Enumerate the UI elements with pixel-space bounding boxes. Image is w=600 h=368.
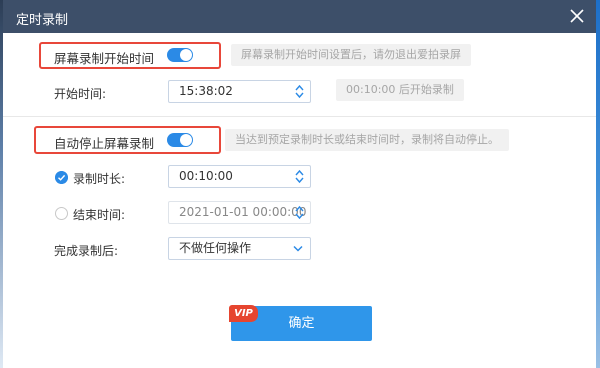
end-time-label: 结束时间:	[73, 208, 126, 222]
vip-badge: VIP	[229, 305, 258, 322]
toggle-knob	[180, 134, 192, 146]
duration-radio[interactable]	[55, 171, 68, 184]
duration-input[interactable]: 00:10:00	[168, 165, 311, 188]
stop-hint: 当达到预定录制时长或结束时间时，录制将自动停止。	[225, 129, 509, 151]
duration-label: 录制时长:	[73, 172, 126, 186]
duration-value: 00:10:00	[179, 169, 233, 183]
after-recording-value: 不做任何操作	[179, 241, 252, 255]
after-recording-label: 完成录制后:	[54, 244, 119, 258]
title-bar: 定时录制	[3, 0, 596, 33]
start-time-label: 开始时间:	[54, 87, 107, 101]
spin-arrows-icon[interactable]	[295, 84, 304, 99]
scheduled-recording-dialog: 定时录制 屏幕录制开始时间 屏幕录制开始时间设置后，请勿退出爱拍录屏 开始时间:…	[3, 0, 596, 368]
after-recording-select[interactable]: 不做任何操作	[168, 237, 311, 260]
end-time-radio[interactable]	[55, 207, 68, 220]
spin-arrows-icon[interactable]	[295, 169, 304, 184]
window-title: 定时录制	[16, 13, 69, 28]
chevron-down-icon	[293, 245, 303, 252]
stop-toggle-label: 自动停止屏幕录制	[54, 136, 155, 151]
auto-stop-toggle[interactable]	[167, 133, 193, 147]
end-time-input[interactable]: 2021-01-01 00:00:00	[168, 201, 311, 224]
spin-arrows-icon[interactable]	[295, 205, 304, 220]
toggle-knob	[180, 49, 192, 61]
countdown-hint: 00:10:00 后开始录制	[336, 79, 464, 101]
end-time-value: 2021-01-01 00:00:00	[179, 205, 307, 219]
start-hint: 屏幕录制开始时间设置后，请勿退出爱拍录屏	[231, 44, 471, 66]
start-time-input[interactable]: 15:38:02	[168, 80, 311, 103]
start-time-value: 15:38:02	[179, 84, 233, 98]
close-icon[interactable]	[566, 5, 588, 27]
start-recording-toggle[interactable]	[167, 48, 193, 62]
start-toggle-label: 屏幕录制开始时间	[54, 51, 155, 66]
section-divider	[3, 116, 596, 117]
